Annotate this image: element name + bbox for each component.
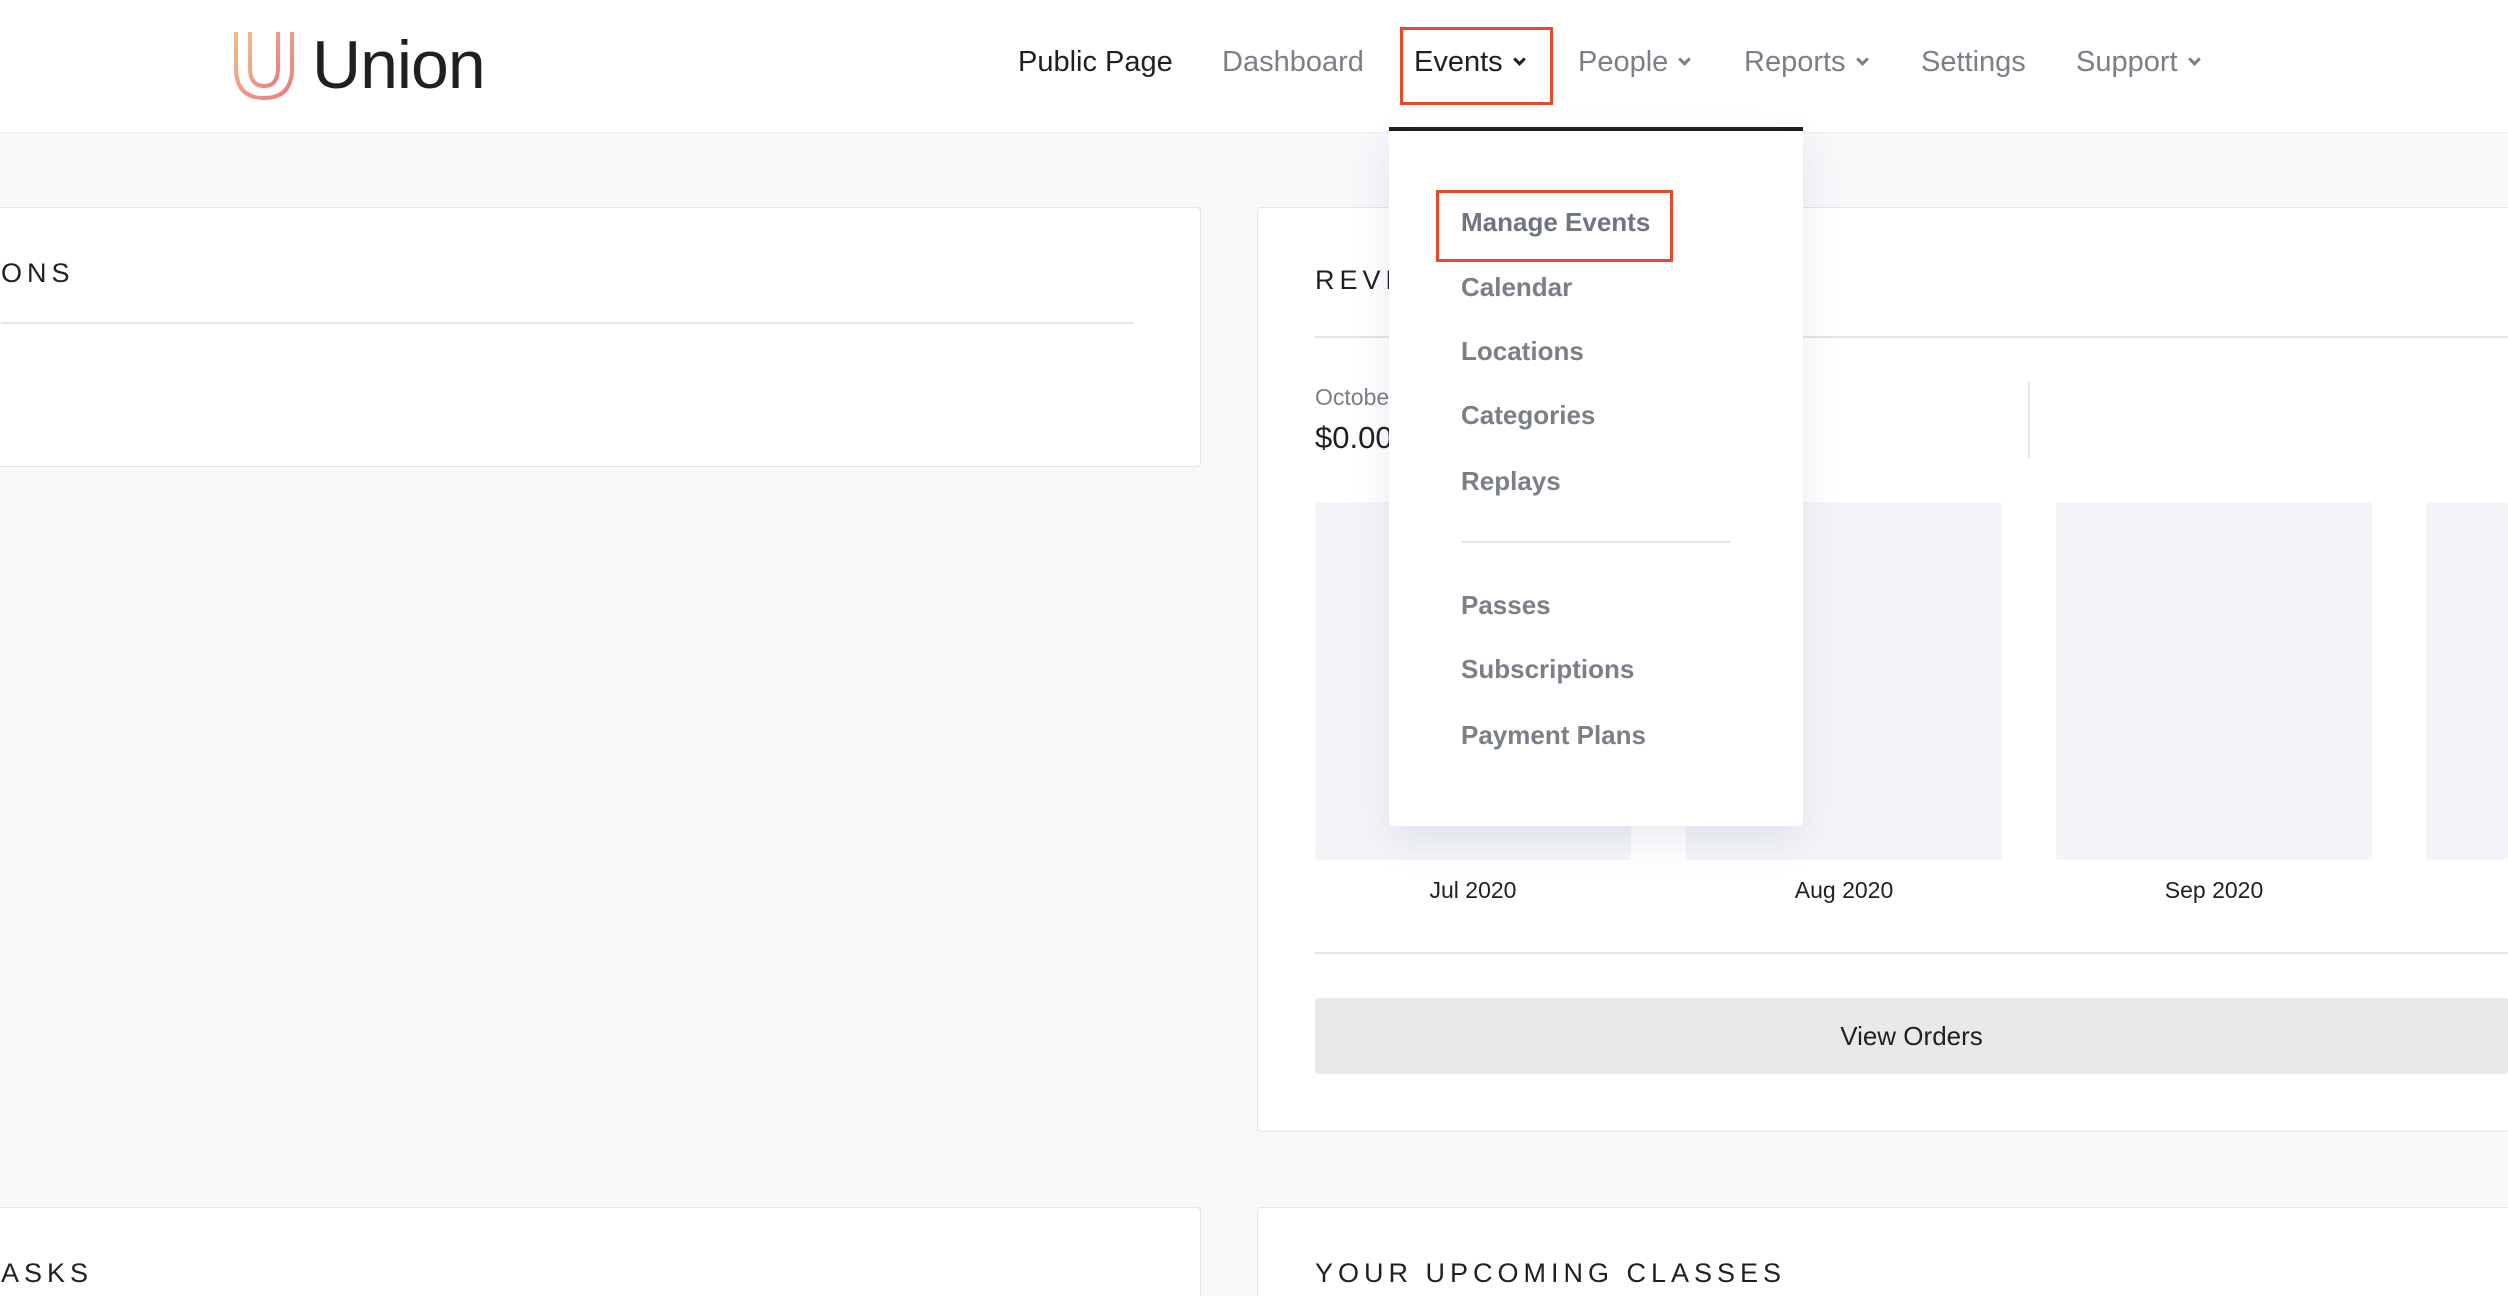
revenue-stat-separator <box>2028 382 2030 458</box>
top-header: Union Public Page Dashboard Events Peopl… <box>0 0 2508 133</box>
menu-item-payment-plans[interactable]: Payment Plans <box>1461 719 1646 751</box>
union-logo-icon <box>234 32 294 101</box>
menu-item-subscriptions[interactable]: Subscriptions <box>1461 653 1634 685</box>
view-orders-button[interactable]: View Orders <box>1315 998 2508 1074</box>
nav-people-label: People <box>1578 46 1669 78</box>
revenue-amount: $0.00 <box>1315 420 1393 455</box>
chevron-down-icon <box>1678 52 1692 66</box>
upcoming-classes-title: YOUR UPCOMING CLASSES <box>1315 1258 1787 1288</box>
left-card: ONS <box>0 207 1201 467</box>
chart-column-next <box>2426 502 2508 860</box>
brand-logo[interactable]: Union <box>232 27 486 103</box>
nav-public-page[interactable]: Public Page <box>1018 44 1173 80</box>
menu-item-calendar[interactable]: Calendar <box>1461 271 1572 303</box>
nav-support[interactable]: Support <box>2076 44 2201 80</box>
nav-public-page-label: Public Page <box>1018 46 1173 78</box>
upcoming-classes-card: YOUR UPCOMING CLASSES <box>1257 1207 2508 1296</box>
menu-item-locations[interactable]: Locations <box>1461 335 1584 367</box>
left-card-divider <box>1 322 1134 324</box>
month-label: Sep 2020 <box>2164 877 2264 903</box>
nav-reports-label: Reports <box>1744 46 1846 78</box>
nav-reports[interactable]: Reports <box>1744 44 1869 80</box>
nav-dashboard-label: Dashboard <box>1222 46 1364 78</box>
revenue-card-divider-bottom <box>1315 952 2508 954</box>
month-label: Aug 2020 <box>1794 877 1894 903</box>
view-orders-label: View Orders <box>1840 1020 1983 1051</box>
nav-people[interactable]: People <box>1578 44 1692 80</box>
tasks-card-title: ASKS <box>1 1258 94 1288</box>
month-label: Jul 2020 <box>1429 877 1517 903</box>
menu-item-replays[interactable]: Replays <box>1461 465 1561 497</box>
events-highlight-box <box>1400 27 1553 105</box>
menu-divider <box>1461 541 1731 543</box>
chevron-down-icon <box>2187 52 2201 66</box>
nav-dashboard[interactable]: Dashboard <box>1222 44 1364 80</box>
chart-column-sep <box>2056 502 2372 860</box>
menu-item-passes[interactable]: Passes <box>1461 589 1551 621</box>
nav-support-label: Support <box>2076 46 2178 78</box>
chevron-down-icon <box>1855 52 1869 66</box>
manage-events-highlight-box <box>1436 190 1673 262</box>
events-dropdown-menu: Manage Events Calendar Locations Categor… <box>1389 131 1803 826</box>
nav-settings-label: Settings <box>1921 46 2026 78</box>
menu-item-categories[interactable]: Categories <box>1461 399 1595 431</box>
nav-settings[interactable]: Settings <box>1921 44 2026 80</box>
brand-name: Union <box>312 27 486 103</box>
left-card-title: ONS <box>1 258 75 288</box>
revenue-period-label: Octobe <box>1315 384 1390 410</box>
tasks-card: ASKS <box>0 1207 1201 1296</box>
